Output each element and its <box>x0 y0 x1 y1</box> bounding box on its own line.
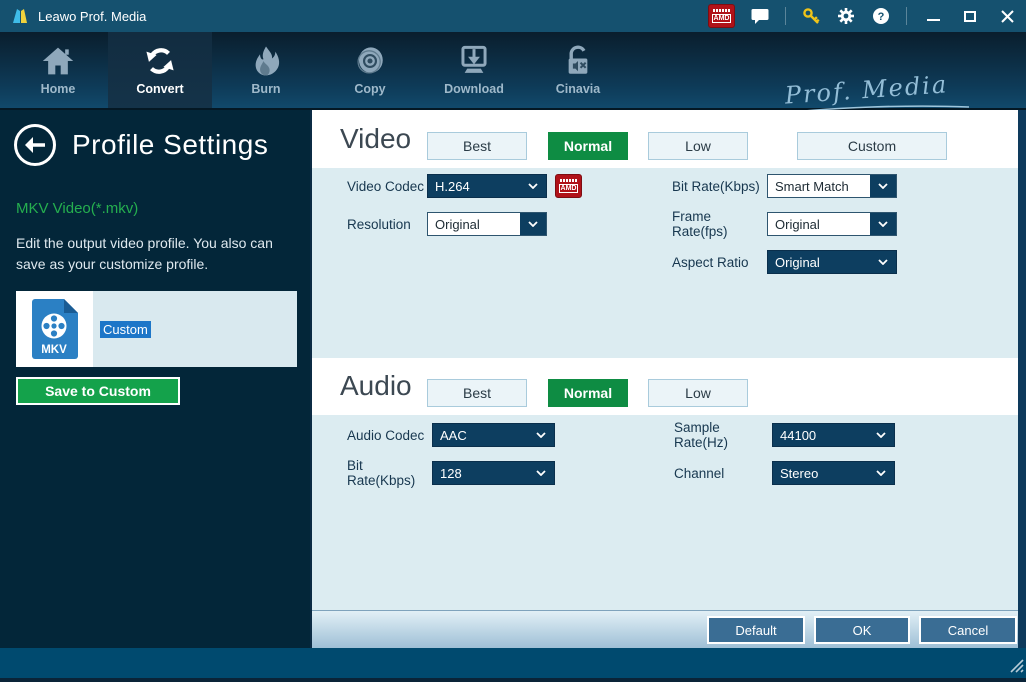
custom-profile-item[interactable]: MKV Custom <box>16 291 297 367</box>
nav-tab-convert[interactable]: Convert <box>108 32 212 108</box>
chevron-down-icon <box>870 213 896 235</box>
back-button[interactable] <box>14 124 56 166</box>
home-icon <box>40 44 76 78</box>
minimize-button[interactable] <box>922 5 944 27</box>
chevron-down-icon <box>528 462 554 484</box>
sample-rate-dropdown[interactable]: 44100 <box>772 423 895 447</box>
profile-name-input[interactable]: Custom <box>100 321 151 338</box>
nav-label: Download <box>444 82 504 96</box>
audio-section-body: Audio Codec AAC Bit Rate(Kbps) 128 Sampl… <box>312 415 1020 610</box>
bitrate-dropdown[interactable]: Smart Match <box>767 174 897 198</box>
audio-codec-dropdown[interactable]: AAC <box>432 423 555 447</box>
nav-label: Home <box>41 82 76 96</box>
amd-codec-badge-icon: AMD <box>555 174 582 198</box>
right-edge-strip <box>1018 110 1026 648</box>
audio-bitrate-dropdown[interactable]: 128 <box>432 461 555 485</box>
profile-format-name: MKV Video(*.mkv) <box>16 200 310 217</box>
nav-tab-home[interactable]: Home <box>6 32 110 108</box>
video-codec-dropdown[interactable]: H.264 <box>427 174 547 198</box>
nav-tab-burn[interactable]: Burn <box>214 32 318 108</box>
chevron-down-icon <box>868 424 894 446</box>
cancel-button[interactable]: Cancel <box>919 616 1017 644</box>
cinavia-icon <box>561 44 595 78</box>
video-section-title: Video <box>340 123 411 155</box>
main-navigation: Home Convert Burn <box>0 32 1026 110</box>
copy-icon <box>353 44 387 78</box>
panel-title: Profile Settings <box>72 129 268 161</box>
nav-label: Copy <box>354 82 385 96</box>
key-icon[interactable] <box>801 6 821 26</box>
default-button[interactable]: Default <box>707 616 805 644</box>
chevron-down-icon <box>520 175 546 197</box>
nav-tab-cinavia[interactable]: Cinavia <box>526 32 630 108</box>
titlebar-separator <box>906 7 907 25</box>
chevron-down-icon <box>528 424 554 446</box>
action-bar: Default OK Cancel <box>312 610 1020 648</box>
burn-icon <box>249 44 283 78</box>
channel-dropdown[interactable]: Stereo <box>772 461 895 485</box>
gear-icon[interactable] <box>836 6 856 26</box>
nav-label: Burn <box>251 82 280 96</box>
sample-rate-label: Sample Rate(Hz) <box>674 420 772 450</box>
nav-tab-download[interactable]: Download <box>422 32 526 108</box>
audio-quality-normal-button[interactable]: Normal <box>548 379 628 407</box>
mkv-file-icon: MKV <box>32 299 78 359</box>
audio-codec-label: Audio Codec <box>347 428 432 443</box>
leawo-logo-icon <box>10 6 30 26</box>
audio-section-header: Audio Best Normal Low <box>312 358 1020 415</box>
amd-badge-icon: AMD <box>708 4 735 28</box>
audio-section-title: Audio <box>340 370 412 402</box>
feedback-icon[interactable] <box>750 6 770 26</box>
video-quality-low-button[interactable]: Low <box>648 132 748 160</box>
aspect-ratio-dropdown[interactable]: Original <box>767 250 897 274</box>
maximize-button[interactable] <box>959 5 981 27</box>
channel-label: Channel <box>674 466 772 481</box>
audio-bitrate-label: Bit Rate(Kbps) <box>347 458 432 488</box>
nav-tab-copy[interactable]: Copy <box>318 32 422 108</box>
video-quality-best-button[interactable]: Best <box>427 132 527 160</box>
framerate-label: Frame Rate(fps) <box>672 209 767 239</box>
mkv-file-tile: MKV <box>16 291 93 367</box>
chevron-down-icon <box>868 462 894 484</box>
profile-description: Edit the output video profile. You also … <box>16 233 298 275</box>
settings-content: Video Best Normal Low Custom Video Codec… <box>310 110 1018 648</box>
chevron-down-icon <box>870 251 896 273</box>
framerate-dropdown[interactable]: Original <box>767 212 897 236</box>
resolution-dropdown[interactable]: Original <box>427 212 547 236</box>
save-to-custom-button[interactable]: Save to Custom <box>16 377 180 405</box>
video-quality-normal-button[interactable]: Normal <box>548 132 628 160</box>
resolution-label: Resolution <box>347 217 427 232</box>
titlebar: Leawo Prof. Media AMD ? <box>0 0 1026 32</box>
close-button[interactable] <box>996 5 1018 27</box>
statusbar <box>0 648 1026 682</box>
chevron-down-icon <box>870 175 896 197</box>
help-icon[interactable]: ? <box>871 6 891 26</box>
convert-icon <box>142 44 178 78</box>
video-codec-label: Video Codec <box>347 179 427 194</box>
ok-button[interactable]: OK <box>814 616 910 644</box>
download-icon <box>456 44 492 78</box>
titlebar-separator <box>785 7 786 25</box>
app-window: Leawo Prof. Media AMD ? <box>0 0 1026 682</box>
chevron-down-icon <box>520 213 546 235</box>
nav-label: Convert <box>136 82 183 96</box>
video-section-body: Video Codec H.264 AMD Resolution Origina… <box>312 168 1020 358</box>
video-section-header: Video Best Normal Low Custom <box>312 110 1020 168</box>
svg-text:MKV: MKV <box>41 344 67 356</box>
aspect-ratio-label: Aspect Ratio <box>672 255 767 270</box>
resize-grip[interactable] <box>1008 657 1024 673</box>
nav-label: Cinavia <box>556 82 600 96</box>
svg-text:?: ? <box>878 11 885 23</box>
app-title: Leawo Prof. Media <box>38 9 146 24</box>
bitrate-label: Bit Rate(Kbps) <box>672 179 767 194</box>
video-quality-custom-button[interactable]: Custom <box>797 132 947 160</box>
audio-quality-low-button[interactable]: Low <box>648 379 748 407</box>
back-arrow-icon <box>24 136 46 154</box>
audio-quality-best-button[interactable]: Best <box>427 379 527 407</box>
profile-settings-panel: Profile Settings MKV Video(*.mkv) Edit t… <box>0 110 310 648</box>
